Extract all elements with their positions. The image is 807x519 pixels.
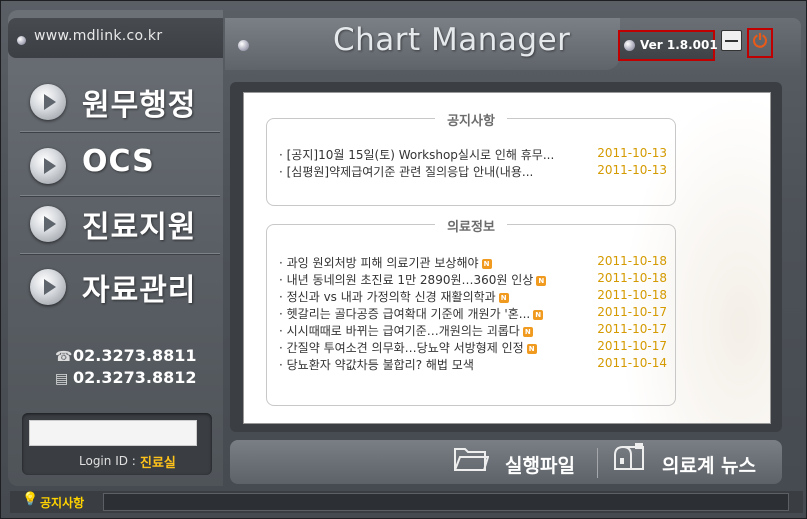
lightbulb-icon: 💡 [22,492,39,507]
run-file-button[interactable]: 실행파일 [505,451,575,478]
login-id-label: Login ID : [79,454,136,468]
mailbox-icon[interactable] [611,443,651,479]
menu-item-label: OCS [82,144,155,179]
list-item[interactable]: · 내년 동네의원 초진료 1만 2890원…360원 인상 N 2011-10-… [279,271,667,288]
play-arrow-icon [30,84,66,120]
list-item[interactable]: · 간질약 투여소견 의무화…당뇨약 서방형제 인정 N 2011-10-17 [279,339,667,356]
menu-item-label: 원무행정 [82,88,197,123]
menu-item-admin[interactable]: 원무행정 [20,70,220,132]
new-badge-icon: N [536,276,547,286]
menu-item-ocs[interactable]: OCS [20,134,220,196]
list-item[interactable]: · 정신과 vs 내과 가정의학 신경 재활의학과 N 2011-10-18 [279,288,667,305]
version-label: Ver 1.8.001 [640,38,718,52]
app-title: Chart Manager [333,22,571,58]
new-badge-icon: N [522,327,533,337]
fax-number: ▤ 02.3273.8812 [55,368,197,387]
login-field[interactable] [29,420,197,446]
new-badge-icon: N [526,344,537,354]
play-arrow-icon [30,269,66,305]
play-arrow-icon [30,148,66,184]
fax-icon: ▤ [55,371,69,387]
menu-item-clinical-support[interactable]: 진료지원 [20,192,220,254]
play-arrow-icon [30,206,66,242]
list-item[interactable]: · 과잉 원외처방 피해 의료기관 보상해야 N 2011-10-18 [279,254,667,271]
medical-info-box: 의료정보 · 과잉 원외처방 피해 의료기관 보상해야 N 2011-10-18 … [266,220,676,406]
telephone-icon: ☎ [55,349,73,365]
menu-item-data-management[interactable]: 자료관리 [20,255,220,317]
phone-number: ☎02.3273.8811 [55,346,197,365]
menu-item-label: 자료관리 [82,273,197,308]
menu-item-label: 진료지원 [82,210,197,245]
list-item[interactable]: · 헷갈리는 골다공증 급여확대 기준에 개원가 '혼... N 2011-10-… [279,305,667,322]
list-item[interactable]: · [심평원]약제급여기준 관련 질의응답 안내(내용... 2011-10-1… [279,163,667,180]
login-id-value: 진료실 [140,456,176,471]
list-item[interactable]: · [공지]10월 15일(토) Workshop실시로 인해 휴무... 20… [279,146,667,163]
list-item[interactable]: · 시시때때로 바뀌는 급여기준…개원의는 괴롭다 N 2011-10-17 [279,322,667,339]
new-badge-icon: N [533,310,544,320]
list-item[interactable]: · 당뇨환자 약값차등 불합리? 해법 모색 2011-10-14 [279,356,667,373]
minimize-button[interactable] [721,30,742,51]
notice-box-title: 공지사항 [435,114,507,129]
url-bar-rivet-icon [17,36,26,45]
power-icon[interactable]: ⏻ [751,31,769,53]
notice-label: 공지사항 [40,496,85,510]
folder-icon[interactable] [453,443,490,479]
toolbar-separator [597,448,598,478]
version-rivet-icon [624,40,635,51]
medical-news-button[interactable]: 의료계 뉴스 [662,451,756,478]
new-badge-icon: N [481,259,492,269]
new-badge-icon: N [498,293,509,303]
content-area: 공지사항 · [공지]10월 15일(토) Workshop실시로 인해 휴무.… [243,92,771,424]
title-rivet-icon [238,40,249,51]
site-url: www.mdlink.co.kr [34,28,163,44]
medical-box-title: 의료정보 [435,220,507,235]
notice-box: 공지사항 · [공지]10월 15일(토) Workshop실시로 인해 휴무.… [266,114,676,206]
notice-ticker [103,493,789,511]
